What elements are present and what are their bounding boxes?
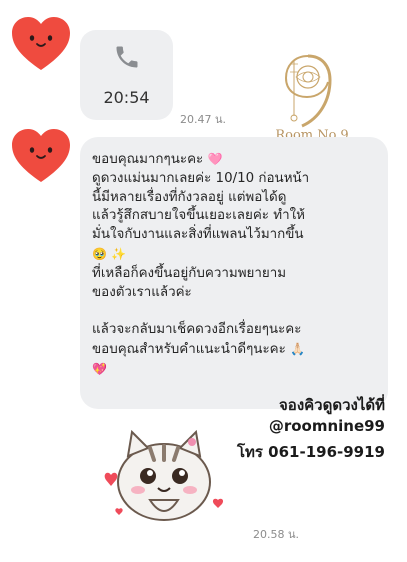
call-message-bubble[interactable]: 20:54 (80, 30, 173, 120)
phone-icon (116, 46, 138, 68)
room-no9-logo (278, 50, 338, 130)
message-line: ของตัวเราแล้วค่ะ (92, 284, 192, 300)
text-message-bubble[interactable]: ขอบคุณมากๆนะคะ 🩷 ดูดวงแม่นมากเลยค่ะ 10/1… (80, 137, 388, 409)
message-line: ที่เหลือก็คงขึ้นอยู่กับความพยายาม (92, 265, 287, 281)
pleading-face-emoji: 🥹 (92, 246, 107, 261)
promo-phone: โทร 061-196-9919 (236, 443, 385, 461)
message-timestamp: 20.58 น. (253, 528, 300, 541)
heart-face-icon (12, 17, 70, 70)
call-duration: 20:54 (103, 88, 150, 107)
emoji-line: 🥹 ✨ (92, 245, 376, 265)
message-line: ขอบคุณสำหรับคำแนะนำดีๆนะคะ 🙏🏻 (92, 342, 306, 358)
promo-booking-text: จองคิวดูดวงได้ที่ (279, 396, 385, 414)
message-line: นี้มีหลายเรื่องที่กังวลอยู่ แต่พอได้ดู (92, 189, 287, 205)
cat-sticker-icon (104, 429, 224, 521)
sparkles-emoji: ✨ (111, 246, 127, 261)
message-line: แล้วรู้สึกสบายใจขึ้นเยอะเลยค่ะ ทำให้ (92, 208, 305, 224)
pray-emoji: 🙏🏻 (290, 342, 306, 357)
heart-avatar[interactable] (8, 14, 74, 74)
sparkling-heart-emoji: 💖 (92, 361, 107, 376)
pink-heart-emoji: 🩷 (207, 152, 223, 166)
emoji-line: 💖 (92, 360, 376, 380)
heart-face-icon (12, 129, 70, 182)
message-line: ขอบคุณมากๆนะคะ 🩷 (92, 152, 223, 167)
message-timestamp: 20.47 น. (180, 113, 227, 126)
logo-nine-icon (284, 54, 332, 128)
promo-line-id: @roomnine99 (268, 417, 385, 435)
cat-sticker[interactable] (92, 420, 232, 530)
message-line: แล้วจะกลับมาเช็คดวงอีกเรื่อยๆนะคะ (92, 322, 302, 338)
message-line: ดูดวงแม่นมากเลยค่ะ 10/10 ก่อนหน้า (92, 170, 310, 186)
message-line: มั่นใจกับงานและสิ่งที่แพลนไว้มากขึ้น (92, 227, 304, 243)
heart-avatar[interactable] (8, 126, 74, 186)
